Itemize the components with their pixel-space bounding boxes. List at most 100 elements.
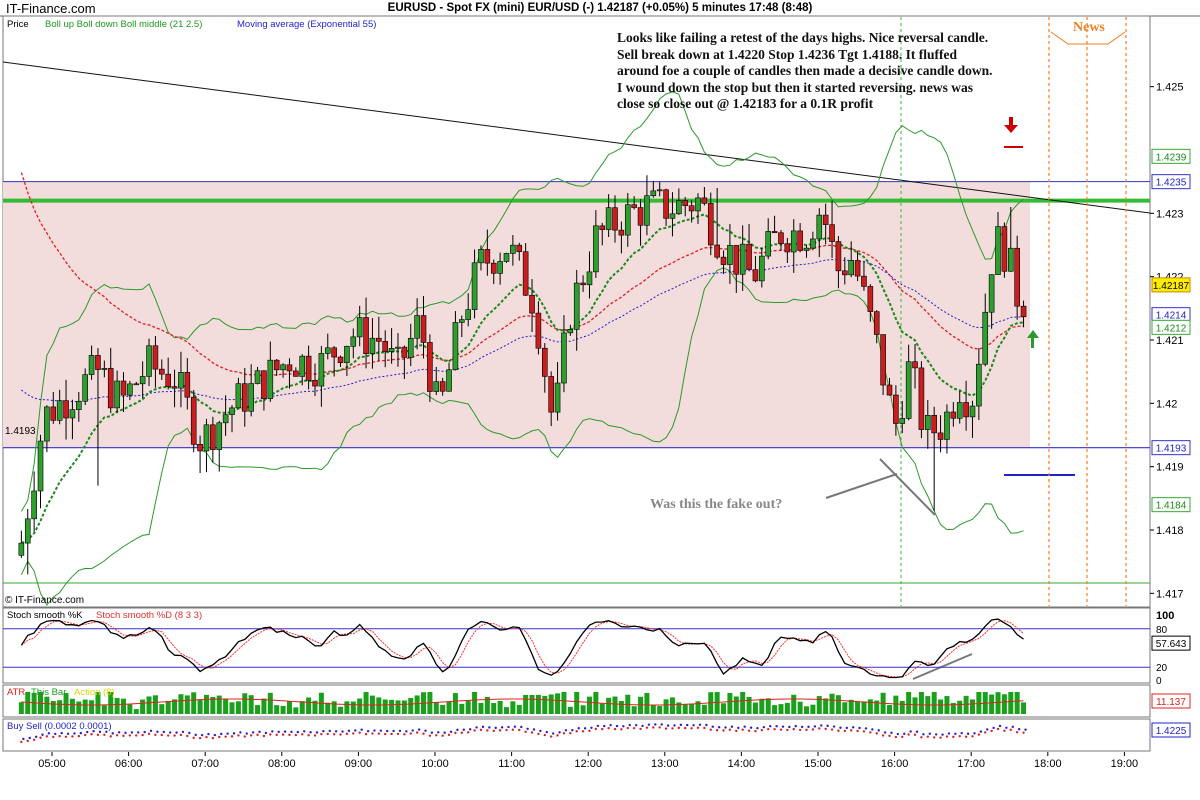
buy-dot xyxy=(437,731,440,734)
candle-up xyxy=(254,370,261,384)
candle-up xyxy=(31,490,37,520)
atr-bar xyxy=(848,699,854,714)
atr-bar xyxy=(542,695,548,714)
stoch-tick-80: 80 xyxy=(1156,625,1168,636)
sell-dot xyxy=(524,730,527,733)
candle-down xyxy=(548,376,554,413)
buy-dot xyxy=(743,725,746,728)
buy-dot xyxy=(883,731,887,734)
candle-down xyxy=(158,368,165,375)
candle-down xyxy=(293,370,299,377)
buy-dot xyxy=(188,731,191,735)
candle-up xyxy=(369,337,376,354)
atr-bar xyxy=(586,696,592,714)
candle-down xyxy=(912,361,918,369)
candle-up xyxy=(816,214,823,240)
atr-bar xyxy=(548,694,554,714)
sell-dot xyxy=(747,729,751,732)
atr-bar xyxy=(229,702,235,714)
candle-up xyxy=(669,213,676,219)
sell-dot xyxy=(339,733,342,736)
y-tick-label: 1.425 xyxy=(1156,82,1184,94)
candle-up xyxy=(222,414,229,424)
sell-dot xyxy=(811,728,815,731)
atr-bar xyxy=(401,700,407,714)
buy-dot xyxy=(54,732,57,736)
atr-bar xyxy=(969,699,975,714)
buy-dot xyxy=(386,729,389,733)
candle-up xyxy=(644,195,650,226)
buy-dot xyxy=(654,723,657,726)
buy-dot xyxy=(251,731,255,734)
sell-dot xyxy=(888,734,891,738)
candle-up xyxy=(924,415,931,430)
buy-dot xyxy=(909,730,912,733)
buy-dot xyxy=(354,729,357,732)
buy-dot xyxy=(545,730,548,734)
sell-dot xyxy=(830,728,834,731)
atr-bar xyxy=(599,703,605,714)
sell-dot xyxy=(1009,728,1012,732)
candle-down xyxy=(420,315,427,343)
candle-down xyxy=(516,244,523,252)
sell-dot xyxy=(77,734,81,738)
candle-up xyxy=(586,271,593,286)
candle-down xyxy=(682,200,689,206)
candle-down xyxy=(873,311,880,335)
candle-down xyxy=(771,231,778,234)
buy-dot xyxy=(443,731,446,734)
candle-down xyxy=(63,400,69,419)
candle-up xyxy=(88,355,95,375)
sell-dot xyxy=(594,727,598,731)
candle-up xyxy=(969,405,976,418)
candle-down xyxy=(312,379,318,387)
sell-dot xyxy=(486,729,489,732)
buy-dot xyxy=(724,726,727,729)
sell-dot xyxy=(447,733,451,737)
buy-dot xyxy=(347,729,351,733)
buy-dot xyxy=(322,729,325,733)
atr-bar xyxy=(152,695,158,714)
buy-dot xyxy=(181,730,185,734)
sell-dot xyxy=(805,728,808,732)
buy-dot xyxy=(628,723,631,727)
atr-bar xyxy=(669,697,675,714)
buy-dot xyxy=(366,729,370,733)
sell-dot xyxy=(269,733,272,736)
y-tick-label: 1.42 xyxy=(1156,398,1177,410)
atr-bar xyxy=(759,698,765,714)
candle-down xyxy=(165,373,171,387)
price-badge-text: 1.4212 xyxy=(1156,323,1187,334)
sell-dot xyxy=(345,732,349,736)
sell-dot xyxy=(396,732,400,736)
atr-bar xyxy=(918,692,924,714)
candle-up xyxy=(229,407,235,415)
x-tick-label: 16:00 xyxy=(881,758,909,770)
buy-dot xyxy=(947,732,951,735)
sell-dot xyxy=(939,736,942,739)
buy-dot xyxy=(111,732,114,735)
x-tick-label: 08:00 xyxy=(268,758,296,770)
buy-dot xyxy=(679,723,683,727)
buy-dot xyxy=(583,727,587,730)
buy-dot xyxy=(711,725,714,728)
atr-bar xyxy=(535,694,541,714)
sell-dot xyxy=(671,727,674,730)
atr-bar xyxy=(191,692,197,714)
candle-up xyxy=(414,315,420,339)
sell-dot xyxy=(684,726,687,730)
candle-up xyxy=(944,411,950,440)
atr-bar xyxy=(414,695,420,714)
atr-bar xyxy=(1014,692,1020,714)
stoch-tick-20: 20 xyxy=(1156,663,1168,674)
atr-bar xyxy=(957,700,963,714)
buy-dot xyxy=(577,727,580,730)
candle-up xyxy=(18,542,25,556)
stoch-d-label: Stoch smooth %D (8 3 3) xyxy=(96,610,203,621)
atr-bar xyxy=(306,697,312,714)
candle-up xyxy=(139,376,146,385)
sell-dot xyxy=(645,726,649,729)
candle-up xyxy=(433,381,440,392)
candle-up xyxy=(790,230,797,253)
candle-up xyxy=(503,253,510,262)
